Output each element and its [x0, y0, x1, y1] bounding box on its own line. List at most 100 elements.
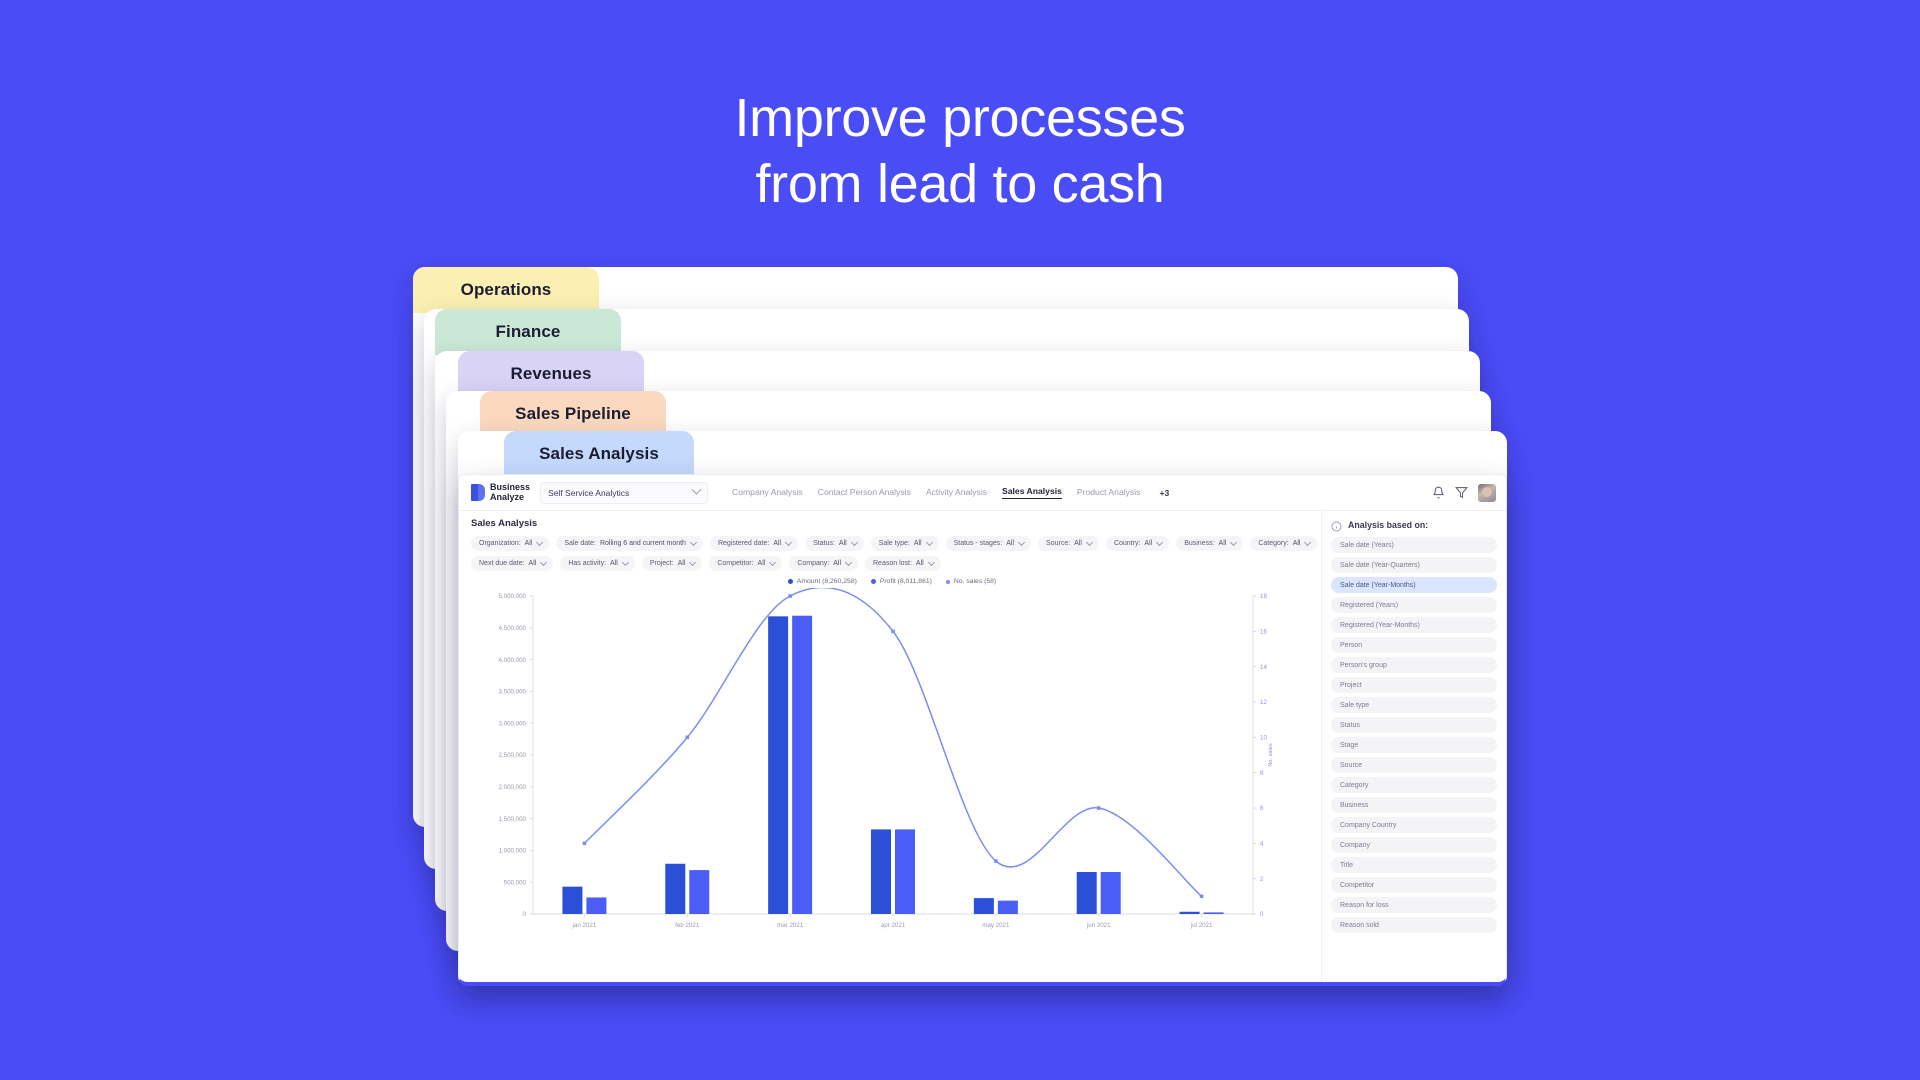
bar-amount[interactable]: [768, 616, 789, 914]
legend-swatch-profit: [870, 579, 876, 584]
analysis-dimension-item[interactable]: Registered (Year-Months): [1331, 617, 1497, 633]
bar-profit[interactable]: [689, 870, 710, 914]
legend-item-no-sales[interactable]: No. sales (58): [945, 578, 997, 585]
filter-sale-date[interactable]: Sale date: Rolling 6 and current month: [556, 536, 703, 551]
filter-registered-date-value: All: [773, 540, 782, 547]
analysis-dimension-item[interactable]: Person's group: [1331, 657, 1497, 673]
filter-sale-type-label: Sale type:: [878, 540, 910, 547]
bar-profit[interactable]: [586, 897, 607, 914]
chevron-down-icon: [1230, 538, 1238, 547]
filter-company[interactable]: Company: All: [789, 556, 858, 571]
tab-contact-person-analysis[interactable]: Contact Person Analysis: [818, 487, 911, 499]
bar-amount[interactable]: [871, 829, 891, 914]
bar-amount[interactable]: [1179, 911, 1200, 914]
info-icon[interactable]: [1331, 519, 1342, 532]
line-point-no-sales[interactable]: [994, 859, 998, 863]
tab-activity-analysis[interactable]: Activity Analysis: [926, 487, 987, 499]
analysis-dimension-item[interactable]: Sale date (Year-Quarters): [1331, 557, 1497, 573]
legend-item-profit[interactable]: Profit (8,011,861): [870, 578, 932, 585]
analysis-dimension-item[interactable]: Person: [1331, 637, 1497, 653]
filter-business[interactable]: Business: All: [1176, 536, 1244, 551]
bar-amount[interactable]: [973, 898, 994, 914]
bar-amount[interactable]: [1076, 872, 1097, 914]
bar-amount[interactable]: [665, 863, 686, 914]
filter-status-stages[interactable]: Status - stages: All: [945, 536, 1032, 551]
filter-row-1: Organization: All Sale date: Rolling 6 and…: [471, 536, 1318, 551]
analysis-dimension-item[interactable]: Source: [1331, 757, 1497, 773]
logo-icon: [471, 484, 485, 501]
tab-overflow-count[interactable]: +3: [1159, 488, 1169, 498]
line-point-no-sales[interactable]: [1096, 806, 1101, 810]
brand-logo[interactable]: Business Analyze: [471, 482, 530, 502]
analysis-dimension-item[interactable]: Reason sold: [1331, 917, 1497, 933]
legend-label-no-sales: No. sales (58): [953, 578, 997, 585]
avatar[interactable]: [1478, 483, 1496, 502]
analysis-based-on-header: Analysis based on:: [1331, 519, 1497, 532]
legend-item-amount[interactable]: Amount (8,260,258): [787, 578, 857, 585]
filter-status-value: All: [838, 540, 847, 547]
filter-status[interactable]: Status: All: [805, 536, 864, 551]
bar-profit[interactable]: [997, 900, 1018, 914]
bar-profit[interactable]: [1203, 912, 1224, 914]
line-no-sales: [583, 588, 1203, 897]
analysis-dimension-item[interactable]: Category: [1331, 777, 1497, 793]
chart-canvas: 0 500,000 1,000,000 1,500,000 2,000,000 2,500…: [498, 588, 1274, 929]
analysis-dimension-item[interactable]: Business: [1331, 797, 1497, 813]
tab-product-analysis[interactable]: Product Analysis: [1077, 487, 1141, 499]
filter-reason-lost[interactable]: Reason lost: All: [865, 556, 941, 571]
svg-text:mar 2021: mar 2021: [777, 922, 804, 929]
analysis-based-on-panel: Analysis based on: Sale date (Years) Sale…: [1321, 511, 1506, 982]
chevron-down-icon: [689, 558, 697, 567]
bar-profit[interactable]: [1100, 872, 1121, 914]
filter-sale-type[interactable]: Sale type: All: [870, 536, 939, 551]
analysis-dimension-label: Sale date (Year-Months): [1340, 581, 1416, 589]
card-tab-finance[interactable]: Finance: [435, 309, 621, 355]
filter-project[interactable]: Project: All: [641, 556, 703, 571]
filter-icon[interactable]: [1455, 486, 1468, 499]
line-point-no-sales[interactable]: [1199, 894, 1204, 899]
analysis-dimension-item[interactable]: Status: [1331, 717, 1497, 733]
chevron-down-icon: [925, 538, 933, 547]
line-point-no-sales[interactable]: [685, 735, 690, 740]
bar-amount[interactable]: [562, 886, 583, 914]
filter-organization[interactable]: Organization: All: [471, 536, 550, 551]
line-point-no-sales[interactable]: [891, 629, 895, 634]
filter-competitor[interactable]: Competitor: All: [709, 556, 783, 571]
filter-next-due-date[interactable]: Next due date: All: [471, 556, 554, 571]
analysis-dimension-item[interactable]: Competitor: [1331, 877, 1497, 893]
analysis-dimension-item[interactable]: Sale date (Years): [1331, 537, 1497, 553]
svg-text:3,000,000: 3,000,000: [498, 720, 526, 727]
filter-category[interactable]: Category: All: [1250, 536, 1318, 551]
analysis-dimension-item[interactable]: Reason for loss: [1331, 897, 1497, 913]
svg-text:jul 2021: jul 2021: [1190, 922, 1213, 929]
workspace-select[interactable]: Self Service Analytics: [540, 481, 709, 504]
filter-source[interactable]: Source: All: [1038, 536, 1099, 551]
bell-icon[interactable]: [1432, 486, 1445, 499]
bar-profit[interactable]: [792, 615, 813, 914]
filter-registered-date[interactable]: Registered date: All: [709, 536, 799, 551]
bar-profit[interactable]: [895, 829, 915, 914]
analysis-dimension-label: Reason sold: [1340, 921, 1379, 929]
card-tab-operations[interactable]: Operations: [413, 267, 599, 313]
analysis-dimension-item[interactable]: Registered (Years): [1331, 597, 1497, 613]
analysis-dimension-item[interactable]: Project: [1331, 677, 1497, 693]
chevron-down-icon: [621, 558, 629, 567]
filter-country[interactable]: Country: All: [1105, 536, 1170, 551]
svg-text:500,000: 500,000: [504, 879, 527, 886]
tab-company-analysis[interactable]: Company Analysis: [732, 487, 803, 499]
svg-text:18: 18: [1260, 593, 1267, 600]
analysis-dimension-item[interactable]: Sale date (Year-Months): [1331, 577, 1497, 593]
tab-sales-analysis[interactable]: Sales Analysis: [1002, 486, 1062, 499]
line-point-no-sales[interactable]: [788, 594, 792, 598]
analysis-dimension-label: Status: [1340, 721, 1360, 729]
analysis-dimension-item[interactable]: Title: [1331, 857, 1497, 873]
analysis-dimension-item[interactable]: Sale type: [1331, 697, 1497, 713]
analysis-dimension-item[interactable]: Company: [1331, 837, 1497, 853]
legend-label-profit: Profit (8,011,861): [879, 578, 932, 585]
filter-project-label: Project:: [649, 560, 674, 567]
filter-has-activity[interactable]: Has activity: All: [560, 556, 635, 571]
card-tab-sales-analysis[interactable]: Sales Analysis: [504, 431, 694, 477]
analysis-dimension-item[interactable]: Company Country: [1331, 817, 1497, 833]
analysis-dimension-item[interactable]: Stage: [1331, 737, 1497, 753]
line-point-no-sales[interactable]: [582, 841, 587, 846]
